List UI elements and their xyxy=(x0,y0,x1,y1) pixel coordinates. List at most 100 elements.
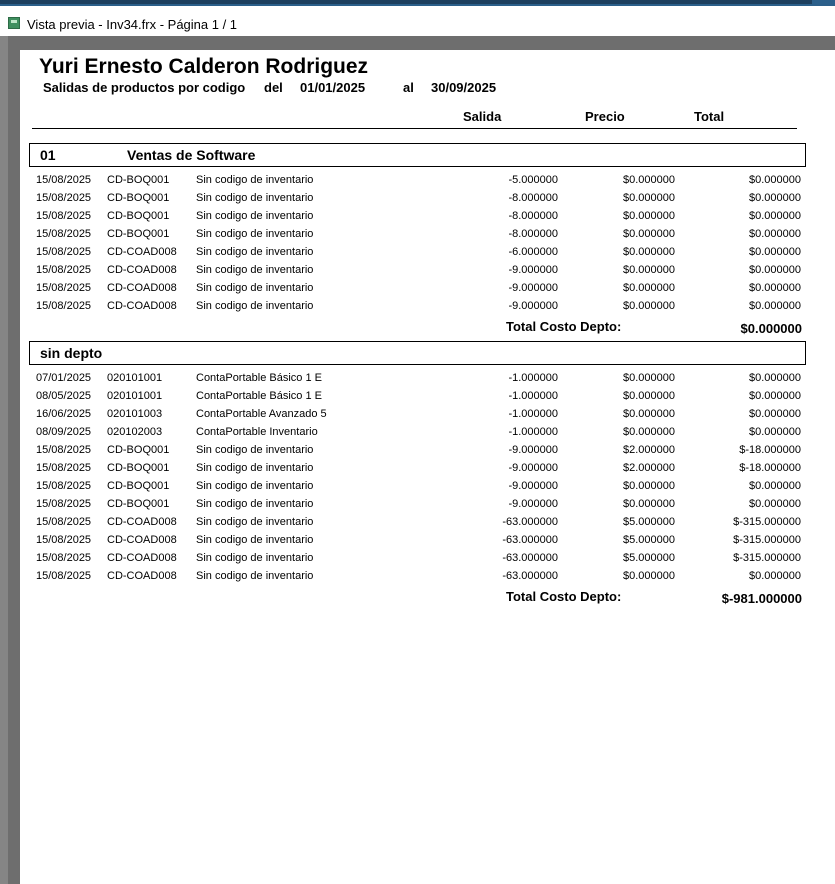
row-code: CD-BOQ001 xyxy=(107,210,170,222)
table-row: 15/08/2025 CD-BOQ001 Sin codigo de inventa… xyxy=(20,210,835,228)
table-row: 15/08/2025 CD-BOQ001 Sin codigo de inventa… xyxy=(20,192,835,210)
row-total: $-315.000000 xyxy=(733,534,801,546)
row-description: ContaPortable Avanzado 5 xyxy=(196,408,327,420)
row-total: $-315.000000 xyxy=(733,552,801,564)
row-precio: $0.000000 xyxy=(623,480,675,492)
row-salida: -9.000000 xyxy=(508,282,558,294)
preview-canvas[interactable]: Yuri Ernesto Calderon Rodriguez Salidas … xyxy=(8,36,835,884)
row-description: Sin codigo de inventario xyxy=(196,570,314,582)
row-date: 15/08/2025 xyxy=(36,534,92,546)
date-to-value: 30/09/2025 xyxy=(431,80,497,95)
row-precio: $0.000000 xyxy=(623,300,675,312)
date-from-value: 01/01/2025 xyxy=(300,80,366,95)
table-row: 15/08/2025 CD-COAD008 Sin codigo de invent… xyxy=(20,570,835,588)
group-total-label: Total Costo Depto: xyxy=(506,319,622,334)
row-total: $0.000000 xyxy=(749,228,801,240)
row-precio: $0.000000 xyxy=(623,246,675,258)
row-salida: -8.000000 xyxy=(508,210,558,222)
row-description: Sin codigo de inventario xyxy=(196,444,314,456)
row-code: CD-COAD008 xyxy=(107,246,177,258)
row-total: $0.000000 xyxy=(749,390,801,402)
row-precio: $0.000000 xyxy=(623,408,675,420)
table-row: 15/08/2025 CD-BOQ001 Sin codigo de inventa… xyxy=(20,174,835,192)
row-date: 08/05/2025 xyxy=(36,390,92,402)
table-row: 15/08/2025 CD-COAD008 Sin codigo de invent… xyxy=(20,534,835,552)
row-date: 15/08/2025 xyxy=(36,246,92,258)
row-total: $-315.000000 xyxy=(733,516,801,528)
row-total: $0.000000 xyxy=(749,246,801,258)
date-to-label: al xyxy=(403,80,414,95)
table-row: 15/08/2025 CD-COAD008 Sin codigo de invent… xyxy=(20,246,835,264)
row-description: Sin codigo de inventario xyxy=(196,534,314,546)
row-total: $0.000000 xyxy=(749,372,801,384)
row-precio: $0.000000 xyxy=(623,264,675,276)
row-total: $0.000000 xyxy=(749,282,801,294)
row-date: 15/08/2025 xyxy=(36,210,92,222)
group-code: 01 xyxy=(40,147,56,163)
row-date: 08/09/2025 xyxy=(36,426,92,438)
row-total: $0.000000 xyxy=(749,480,801,492)
preview-client-area: Yuri Ernesto Calderon Rodriguez Salidas … xyxy=(0,36,835,884)
report-subtitle: Salidas de productos por codigo xyxy=(43,80,246,95)
row-salida: -9.000000 xyxy=(508,498,558,510)
row-total: $0.000000 xyxy=(749,570,801,582)
row-total: $0.000000 xyxy=(749,408,801,420)
row-date: 15/08/2025 xyxy=(36,282,92,294)
row-salida: -1.000000 xyxy=(508,426,558,438)
row-code: CD-COAD008 xyxy=(107,300,177,312)
window-title: Vista previa - Inv34.frx - Página 1 / 1 xyxy=(27,17,238,32)
row-code: CD-COAD008 xyxy=(107,570,177,582)
row-salida: -1.000000 xyxy=(508,408,558,420)
row-precio: $0.000000 xyxy=(623,174,675,186)
group-header: 01 Ventas de Software xyxy=(29,143,806,167)
row-code: 020101001 xyxy=(107,372,163,384)
title-bar[interactable]: Vista previa - Inv34.frx - Página 1 / 1 xyxy=(0,6,835,36)
row-precio: $0.000000 xyxy=(623,228,675,240)
row-precio: $0.000000 xyxy=(623,390,675,402)
row-code: CD-COAD008 xyxy=(107,282,177,294)
table-row: 08/09/2025 020102003 ContaPortable Inventa… xyxy=(20,426,835,444)
row-salida: -9.000000 xyxy=(508,480,558,492)
row-total: $0.000000 xyxy=(749,498,801,510)
row-date: 15/08/2025 xyxy=(36,174,92,186)
report-company-name: Yuri Ernesto Calderon Rodriguez xyxy=(39,55,369,78)
row-salida: -9.000000 xyxy=(508,444,558,456)
row-precio: $5.000000 xyxy=(623,552,675,564)
row-total: $0.000000 xyxy=(749,300,801,312)
row-salida: -9.000000 xyxy=(508,300,558,312)
row-description: Sin codigo de inventario xyxy=(196,480,314,492)
row-total: $0.000000 xyxy=(749,174,801,186)
window-top-edge-dark xyxy=(0,0,812,4)
row-total: $0.000000 xyxy=(749,192,801,204)
row-date: 16/06/2025 xyxy=(36,408,92,420)
table-row: 08/05/2025 020101001 ContaPortable Básico … xyxy=(20,390,835,408)
report-preview-icon xyxy=(8,17,20,29)
row-date: 07/01/2025 xyxy=(36,372,92,384)
row-salida: -9.000000 xyxy=(508,264,558,276)
table-row: 15/08/2025 CD-BOQ001 Sin codigo de inventa… xyxy=(20,444,835,462)
row-precio: $5.000000 xyxy=(623,534,675,546)
row-salida: -1.000000 xyxy=(508,372,558,384)
row-salida: -63.000000 xyxy=(502,570,558,582)
group-header: sin depto xyxy=(29,341,806,365)
row-code: CD-COAD008 xyxy=(107,534,177,546)
row-date: 15/08/2025 xyxy=(36,228,92,240)
table-row: 15/08/2025 CD-BOQ001 Sin codigo de inventa… xyxy=(20,480,835,498)
row-date: 15/08/2025 xyxy=(36,552,92,564)
row-salida: -63.000000 xyxy=(502,534,558,546)
group-total-label: Total Costo Depto: xyxy=(506,589,622,604)
group-name: Ventas de Software xyxy=(127,147,256,163)
row-description: ContaPortable Básico 1 E xyxy=(196,372,322,384)
row-total: $0.000000 xyxy=(749,264,801,276)
row-code: CD-COAD008 xyxy=(107,552,177,564)
row-total: $-18.000000 xyxy=(739,444,801,456)
row-precio: $0.000000 xyxy=(623,570,675,582)
row-description: ContaPortable Inventario xyxy=(196,426,318,438)
table-row: 15/08/2025 CD-COAD008 Sin codigo de invent… xyxy=(20,300,835,318)
row-salida: -63.000000 xyxy=(502,516,558,528)
row-code: 020101001 xyxy=(107,390,163,402)
row-description: Sin codigo de inventario xyxy=(196,516,314,528)
row-date: 15/08/2025 xyxy=(36,462,92,474)
row-salida: -9.000000 xyxy=(508,462,558,474)
row-precio: $0.000000 xyxy=(623,372,675,384)
